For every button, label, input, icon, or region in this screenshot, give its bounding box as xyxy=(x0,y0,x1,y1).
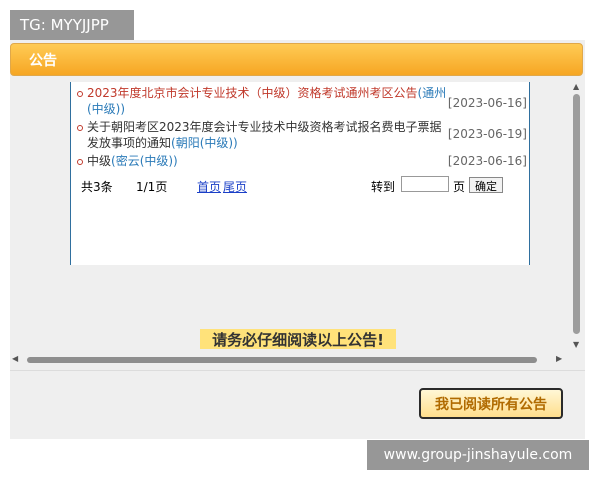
goto-confirm-button[interactable]: 确定 xyxy=(469,177,503,193)
watermark-site-text: www.group-jinshayule.com xyxy=(383,447,573,463)
arrow-right-icon[interactable]: ▶ xyxy=(556,354,562,363)
vertical-scrollbar[interactable]: ▲ ▼ xyxy=(570,82,583,352)
bullet-icon xyxy=(77,91,83,97)
dialog-title: 公告 xyxy=(29,52,57,69)
bullet-icon xyxy=(77,125,83,131)
bullet-icon xyxy=(77,159,83,165)
notice-item[interactable]: 2023年度北京市会计专业技术（中级）资格考试通州考区公告(通州(中级)) [2… xyxy=(77,85,529,117)
notice-item[interactable]: 关于朝阳考区2023年度会计专业技术中级资格考试报名费电子票据发放事项的通知(朝… xyxy=(77,119,529,151)
arrow-up-icon[interactable]: ▲ xyxy=(573,82,579,91)
last-page-link[interactable]: 尾页 xyxy=(223,178,247,195)
footer-divider xyxy=(10,370,585,371)
notice-date: [2023-06-16] xyxy=(447,96,527,110)
notice-date: [2023-06-19] xyxy=(447,127,527,141)
goto-label: 转到 xyxy=(371,180,396,194)
notice-date: [2023-06-16] xyxy=(447,154,527,168)
horizontal-scroll-thumb[interactable] xyxy=(27,357,537,363)
notice-tag[interactable]: (密云(中级)) xyxy=(111,154,178,168)
watermark-tg-text: TG: MYYJJPP xyxy=(20,16,109,34)
read-all-button[interactable]: 我已阅读所有公告 xyxy=(419,388,563,419)
total-count: 共3条 xyxy=(81,180,113,194)
notice-title[interactable]: 2023年度北京市会计专业技术（中级）资格考试通州考区公告(通州(中级)) xyxy=(87,85,452,117)
watermark-site: www.group-jinshayule.com xyxy=(367,440,589,470)
notice-tag[interactable]: (朝阳(中级)) xyxy=(171,136,238,150)
read-warning: 请务必仔细阅读以上公告! xyxy=(200,329,396,349)
goto-page-input[interactable] xyxy=(401,176,449,192)
pagination: 共3条 1/1页 首页 尾页 转到 页 确定 xyxy=(81,175,521,197)
arrow-left-icon[interactable]: ◀ xyxy=(12,354,18,363)
first-page-link[interactable]: 首页 xyxy=(197,178,221,195)
notice-frame[interactable]: 2023年度北京市会计专业技术（中级）资格考试通州考区公告(通州(中级)) [2… xyxy=(10,82,585,367)
page-unit-label: 页 xyxy=(453,180,466,194)
watermark-tg: TG: MYYJJPP xyxy=(10,10,134,40)
notice-title[interactable]: 关于朝阳考区2023年度会计专业技术中级资格考试报名费电子票据发放事项的通知(朝… xyxy=(87,119,452,151)
notice-list: 2023年度北京市会计专业技术（中级）资格考试通州考区公告(通州(中级)) [2… xyxy=(70,82,530,265)
announcement-dialog: 公告 2023年度北京市会计专业技术（中级）资格考试通州考区公告(通州(中级))… xyxy=(10,40,585,439)
horizontal-scrollbar[interactable]: ◀ ▶ xyxy=(10,354,570,366)
vertical-scroll-thumb[interactable] xyxy=(573,94,580,334)
page-indicator: 1/1页 xyxy=(136,180,168,194)
dialog-header: 公告 xyxy=(10,43,583,76)
notice-item[interactable]: 中级(密云(中级)) [2023-06-16] xyxy=(77,153,529,169)
arrow-down-icon[interactable]: ▼ xyxy=(573,340,579,349)
notice-title[interactable]: 中级(密云(中级)) xyxy=(87,153,452,169)
